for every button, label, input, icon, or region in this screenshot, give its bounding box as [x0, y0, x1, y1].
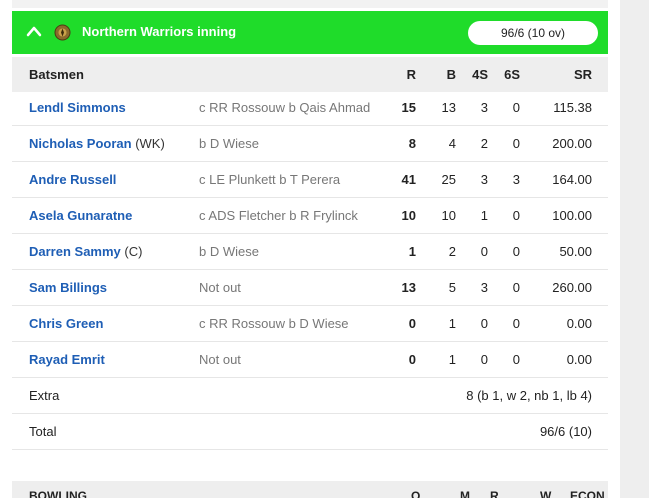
batsman-role: (C) [124, 244, 143, 259]
balls: 25 [441, 172, 456, 187]
dismissal: Not out [199, 352, 241, 367]
innings-title: Northern Warriors inning [82, 24, 237, 39]
fours: 0 [480, 244, 488, 259]
balls: 1 [448, 352, 456, 367]
extras-label: Extra [29, 388, 60, 403]
dismissal: b D Wiese [199, 136, 259, 151]
total-row: Total 96/6 (10) [12, 414, 608, 450]
batsman-link[interactable]: Rayad Emrit [29, 352, 105, 367]
total-value: 96/6 (10) [539, 424, 592, 439]
dismissal: b D Wiese [199, 244, 259, 259]
dismissal: c ADS Fletcher b R Frylinck [199, 208, 358, 223]
dismissal: Not out [199, 280, 241, 295]
sixes: 0 [512, 100, 520, 115]
fours: 3 [480, 280, 488, 295]
balls: 10 [441, 208, 456, 223]
balls: 2 [448, 244, 456, 259]
balls: 4 [448, 136, 456, 151]
strike-rate: 100.00 [552, 208, 592, 223]
strike-rate: 0.00 [566, 316, 592, 331]
fours: 3 [480, 172, 488, 187]
table-row: Darren Sammy (C) b D Wiese 1 2 0 0 50.00 [12, 234, 608, 270]
strike-rate: 164.00 [552, 172, 592, 187]
table-row: Lendl Simmons c RR Rossouw b Qais Ahmad … [12, 90, 608, 126]
fours: 0 [480, 316, 488, 331]
runs: 10 [401, 208, 416, 223]
batsman-link[interactable]: Sam Billings [29, 280, 107, 295]
balls: 1 [448, 316, 456, 331]
col-sixes: 6S [504, 67, 520, 82]
table-row: Andre Russell c LE Plunkett b T Perera 4… [12, 162, 608, 198]
team-crest-icon [54, 24, 71, 41]
batsman-link[interactable]: Nicholas Pooran [29, 136, 132, 151]
strike-rate: 200.00 [552, 136, 592, 151]
sixes: 0 [512, 280, 520, 295]
sixes: 0 [512, 208, 520, 223]
innings-score-badge: 96/6 (10 ov) [468, 21, 598, 45]
total-label: Total [29, 424, 57, 439]
balls: 5 [448, 280, 456, 295]
bowling-title: BOWLING [29, 489, 87, 498]
col-fours: 4S [472, 67, 488, 82]
runs: 0 [408, 316, 416, 331]
bowling-table-header: BOWLING O M R W ECON [12, 481, 608, 498]
runs: 1 [408, 244, 416, 259]
sixes: 0 [512, 316, 520, 331]
batsman-link[interactable]: Lendl Simmons [29, 100, 126, 115]
sixes: 3 [512, 172, 520, 187]
col-overs: O [411, 489, 421, 498]
fours: 3 [480, 100, 488, 115]
batsman-link[interactable]: Asela Gunaratne [29, 208, 132, 223]
runs: 41 [401, 172, 416, 187]
col-balls: B [446, 67, 456, 82]
dismissal: c RR Rossouw b Qais Ahmad [199, 100, 371, 115]
runs: 13 [401, 280, 416, 295]
col-wickets: W [540, 489, 552, 498]
table-row: Chris Green c RR Rossouw b D Wiese 0 1 0… [12, 306, 608, 342]
strike-rate: 260.00 [552, 280, 592, 295]
table-row: Asela Gunaratne c ADS Fletcher b R Fryli… [12, 198, 608, 234]
runs: 15 [401, 100, 416, 115]
batsman-link[interactable]: Andre Russell [29, 172, 116, 187]
dismissal: c LE Plunkett b T Perera [199, 172, 341, 187]
fours: 1 [480, 208, 488, 223]
balls: 13 [441, 100, 456, 115]
scorecard-panel: Northern Warriors inning 96/6 (10 ov) Ba… [0, 0, 620, 498]
col-batsmen: Batsmen [29, 67, 84, 82]
col-runs: R [406, 67, 416, 82]
table-row: Nicholas Pooran (WK) b D Wiese 8 4 2 0 2… [12, 126, 608, 162]
strike-rate: 50.00 [559, 244, 592, 259]
runs: 8 [408, 136, 416, 151]
sixes: 0 [512, 244, 520, 259]
strike-rate: 0.00 [566, 352, 592, 367]
table-row: Sam Billings Not out 13 5 3 0 260.00 [12, 270, 608, 306]
strike-rate: 115.38 [553, 100, 592, 115]
fours: 2 [480, 136, 488, 151]
sixes: 0 [512, 136, 520, 151]
runs: 0 [408, 352, 416, 367]
table-row: Rayad Emrit Not out 0 1 0 0 0.00 [12, 342, 608, 378]
col-economy: ECON [570, 489, 605, 498]
col-maidens: M [460, 489, 470, 498]
col-strike-rate: SR [573, 67, 592, 82]
batsman-role: (WK) [135, 136, 165, 151]
batsman-link[interactable]: Chris Green [29, 316, 103, 331]
top-divider [12, 0, 608, 8]
sixes: 0 [512, 352, 520, 367]
fours: 0 [480, 352, 488, 367]
extras-value: 8 (b 1, w 2, nb 1, lb 4) [466, 388, 592, 403]
col-runs-conceded: R [490, 489, 499, 498]
dismissal: c RR Rossouw b D Wiese [199, 316, 349, 331]
innings-header[interactable]: Northern Warriors inning 96/6 (10 ov) [12, 11, 608, 54]
batsman-link[interactable]: Darren Sammy [29, 244, 121, 259]
chevron-up-icon[interactable] [26, 25, 42, 37]
batting-table-header: Batsmen R B 4S 6S SR [12, 57, 608, 92]
extras-row: Extra 8 (b 1, w 2, nb 1, lb 4) [12, 378, 608, 414]
